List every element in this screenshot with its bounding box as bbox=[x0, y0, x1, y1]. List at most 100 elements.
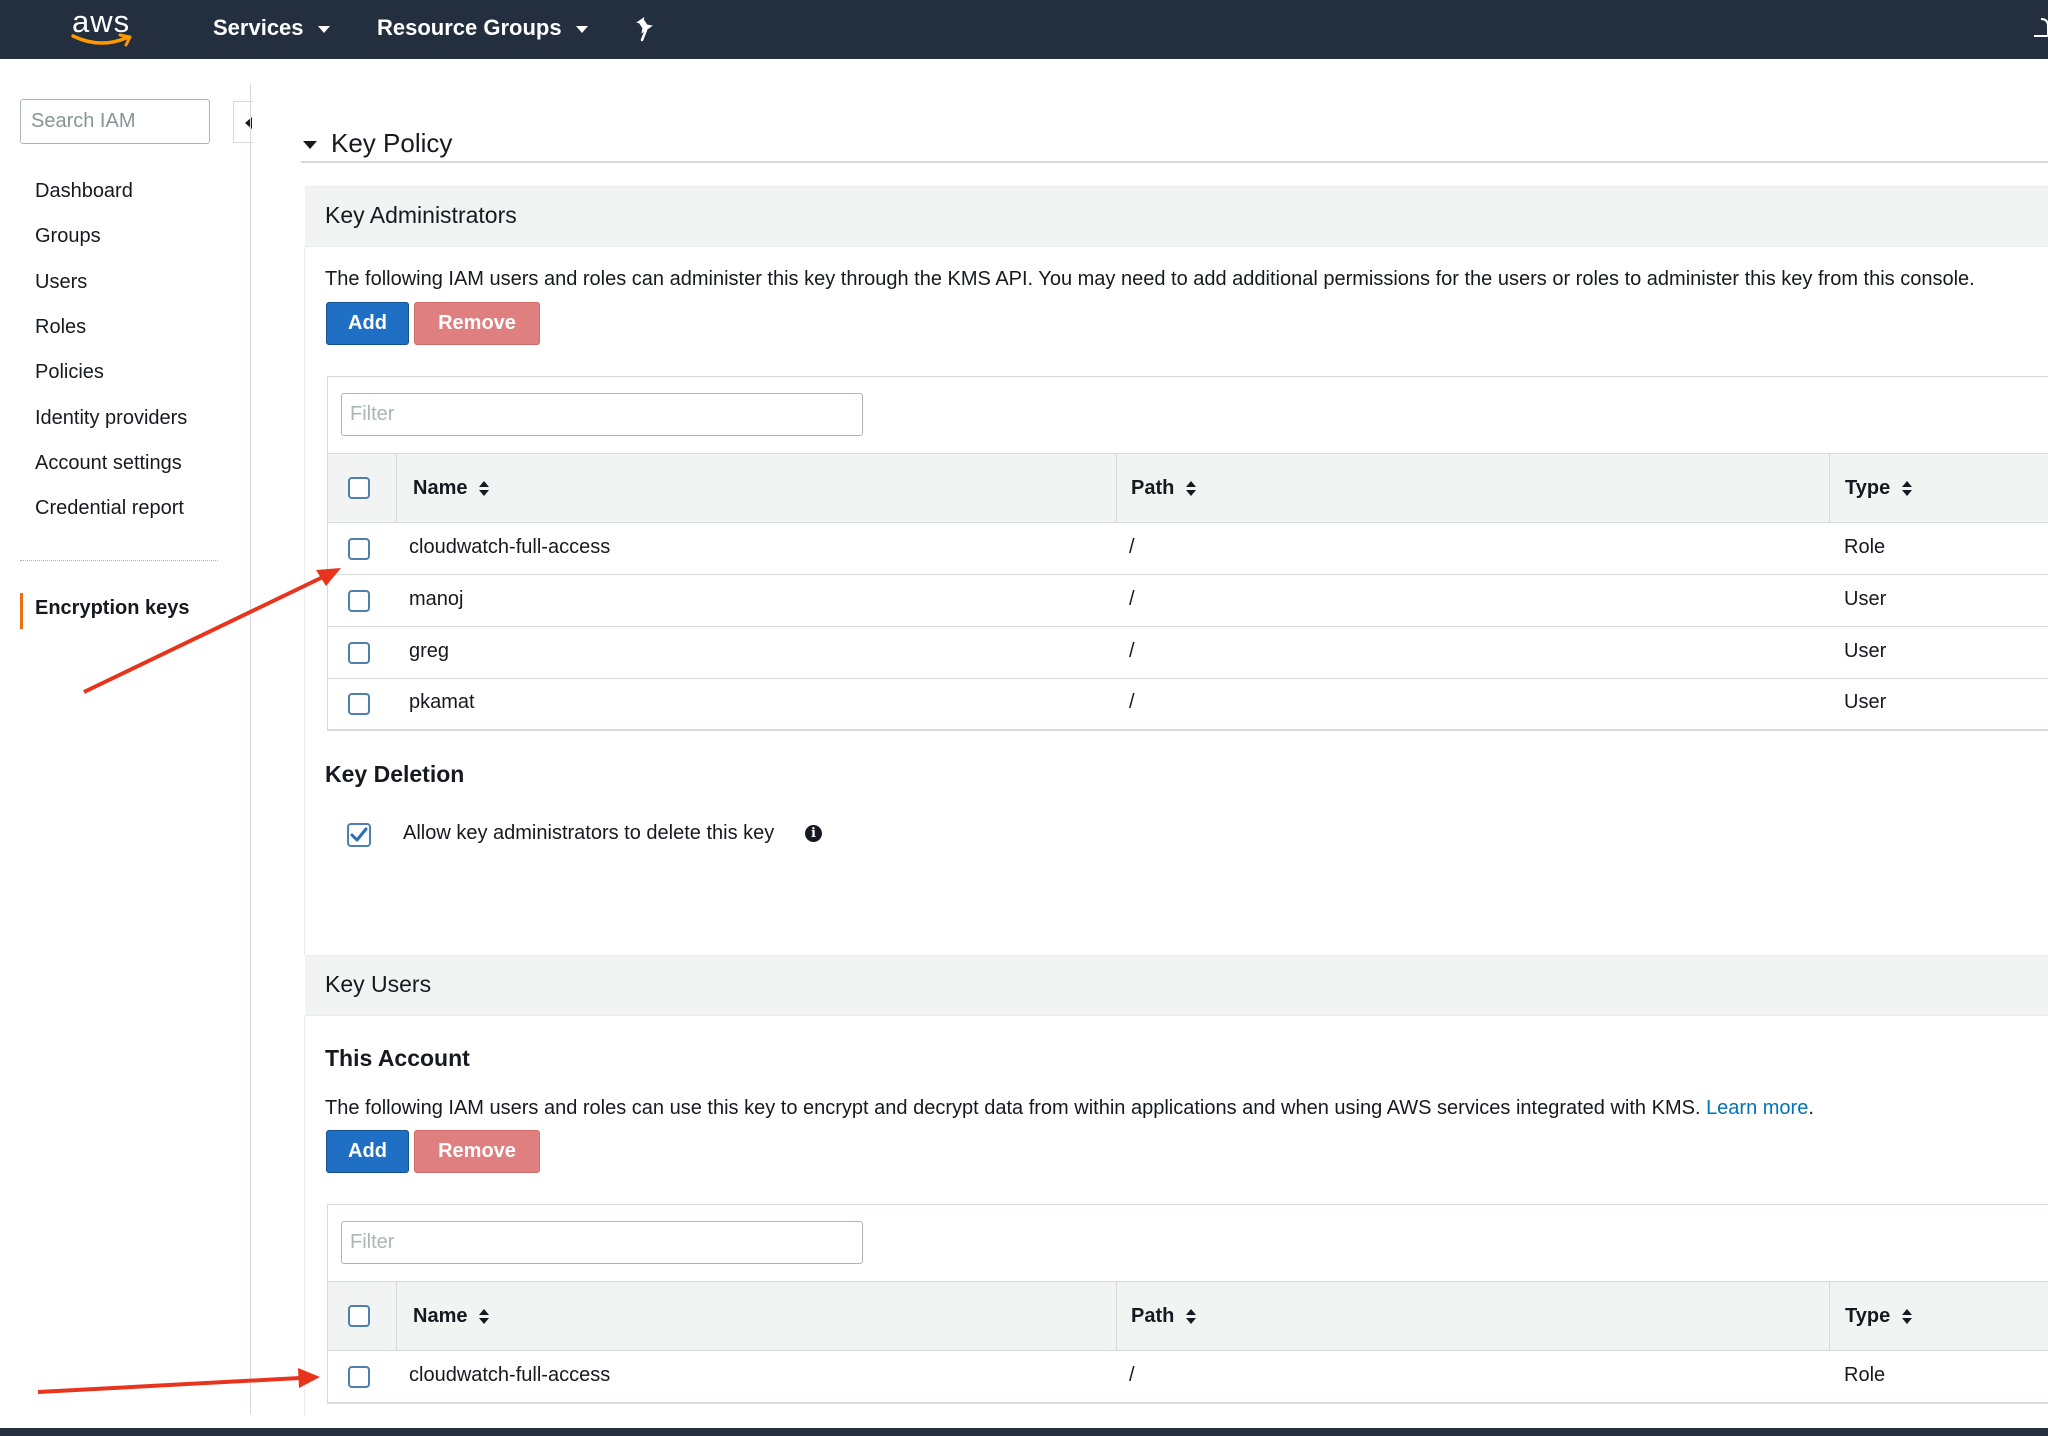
row-type: User bbox=[1844, 640, 1887, 662]
column-divider bbox=[1116, 1282, 1117, 1350]
row-checkbox[interactable] bbox=[348, 590, 370, 612]
this-account-title: This Account bbox=[325, 1045, 470, 1071]
sidebar-item-policies[interactable]: Policies bbox=[35, 361, 104, 384]
row-type: Role bbox=[1844, 1364, 1886, 1386]
select-all-checkbox[interactable] bbox=[348, 1305, 370, 1327]
allow-delete-checkbox[interactable] bbox=[347, 823, 371, 847]
sidebar-item-users[interactable]: Users bbox=[35, 271, 87, 294]
bottom-bar bbox=[0, 1428, 2048, 1436]
key-users-description: The following IAM users and roles can us… bbox=[325, 1097, 1814, 1120]
row-path: / bbox=[1129, 640, 1135, 662]
row-name: pkamat bbox=[409, 691, 475, 713]
key-policy-toggle[interactable]: Key Policy bbox=[303, 128, 452, 159]
table-row[interactable]: cloudwatch-full-access / Role bbox=[328, 523, 2048, 575]
column-name-label: Name bbox=[413, 1305, 468, 1327]
sort-icon bbox=[479, 1308, 490, 1325]
red-arrow-icon bbox=[83, 568, 341, 694]
column-name[interactable]: Name bbox=[413, 454, 490, 522]
table-header: Name Path Type bbox=[328, 453, 2048, 523]
learn-more-link[interactable]: Learn more bbox=[1706, 1097, 1808, 1119]
row-checkbox[interactable] bbox=[348, 693, 370, 715]
column-type[interactable]: Type bbox=[1845, 454, 1913, 522]
column-divider bbox=[1829, 454, 1830, 522]
key-users-table: Name Path Type cloudwatch-full-access / … bbox=[327, 1204, 2048, 1404]
table-row[interactable]: manoj / User bbox=[328, 575, 2048, 627]
remove-administrator-button[interactable]: Remove bbox=[414, 302, 540, 345]
row-path: / bbox=[1129, 588, 1135, 610]
chevron-down-icon bbox=[317, 25, 330, 33]
row-name: cloudwatch-full-access bbox=[409, 536, 611, 558]
column-name[interactable]: Name bbox=[413, 1282, 490, 1350]
key-users-description-text: The following IAM users and roles can us… bbox=[325, 1097, 1701, 1119]
users-filter-input[interactable] bbox=[341, 1221, 863, 1264]
sidebar-item-groups[interactable]: Groups bbox=[35, 225, 101, 248]
sidebar-divider bbox=[250, 84, 251, 1414]
allow-delete-label: Allow key administrators to delete this … bbox=[403, 822, 775, 844]
key-administrators-description: The following IAM users and roles can ad… bbox=[325, 268, 1975, 290]
column-type[interactable]: Type bbox=[1845, 1282, 1913, 1350]
section-border bbox=[304, 1016, 305, 1416]
aws-smile-icon bbox=[71, 33, 132, 47]
sidebar-item-encryption-keys[interactable]: Encryption keys bbox=[35, 597, 190, 620]
select-all-checkbox[interactable] bbox=[348, 477, 370, 499]
sidebar-item-account-settings[interactable]: Account settings bbox=[35, 452, 182, 475]
search-iam-input[interactable] bbox=[20, 99, 210, 144]
key-policy-title: Key Policy bbox=[331, 128, 453, 158]
column-path[interactable]: Path bbox=[1131, 454, 1197, 522]
resource-groups-label: Resource Groups bbox=[377, 15, 562, 40]
checkmark-icon bbox=[350, 827, 368, 842]
sidebar-separator bbox=[20, 560, 218, 561]
table-header: Name Path Type bbox=[328, 1281, 2048, 1351]
section-border bbox=[304, 247, 305, 955]
administrators-filter-input[interactable] bbox=[341, 393, 863, 436]
key-users-title: Key Users bbox=[325, 971, 432, 997]
sort-icon bbox=[1902, 1308, 1913, 1325]
key-policy-divider bbox=[301, 161, 2048, 163]
notification-bell-icon[interactable] bbox=[2030, 16, 2048, 42]
row-checkbox[interactable] bbox=[348, 538, 370, 560]
column-name-label: Name bbox=[413, 477, 468, 499]
administrators-table: Name Path Type cloudwatch-full-access / … bbox=[327, 376, 2048, 731]
top-navigation-bar: aws Services Resource Groups bbox=[0, 0, 2048, 59]
resource-groups-menu[interactable]: Resource Groups bbox=[377, 15, 588, 41]
column-divider bbox=[1116, 454, 1117, 522]
key-administrators-title: Key Administrators bbox=[325, 202, 517, 228]
caret-down-icon bbox=[303, 141, 317, 150]
table-row[interactable]: cloudwatch-full-access / Role bbox=[328, 1351, 2048, 1403]
row-name: cloudwatch-full-access bbox=[409, 1364, 611, 1386]
sidebar-item-identity-providers[interactable]: Identity providers bbox=[35, 407, 187, 430]
active-indicator bbox=[20, 593, 23, 629]
column-divider bbox=[1829, 1282, 1830, 1350]
red-arrow-icon bbox=[37, 1368, 320, 1394]
row-path: / bbox=[1129, 1364, 1135, 1386]
column-path-label: Path bbox=[1131, 477, 1175, 499]
add-administrator-button[interactable]: Add bbox=[326, 302, 409, 345]
key-users-header: Key Users bbox=[305, 955, 2048, 1016]
table-row[interactable]: pkamat / User bbox=[328, 678, 2048, 730]
services-label: Services bbox=[213, 15, 304, 40]
row-type: User bbox=[1844, 691, 1887, 713]
row-type: Role bbox=[1844, 536, 1886, 558]
sidebar-item-credential-report[interactable]: Credential report bbox=[35, 497, 184, 520]
info-icon[interactable]: i bbox=[805, 825, 822, 842]
row-name: greg bbox=[409, 640, 450, 662]
sidebar-item-roles[interactable]: Roles bbox=[35, 316, 86, 339]
column-type-label: Type bbox=[1845, 1305, 1891, 1327]
sidebar-item-dashboard[interactable]: Dashboard bbox=[35, 180, 133, 203]
column-path-label: Path bbox=[1131, 1305, 1175, 1327]
column-divider bbox=[396, 1282, 397, 1350]
row-path: / bbox=[1129, 536, 1135, 558]
sort-icon bbox=[1186, 1308, 1197, 1325]
add-user-button[interactable]: Add bbox=[326, 1130, 409, 1173]
row-checkbox[interactable] bbox=[348, 642, 370, 664]
remove-user-button[interactable]: Remove bbox=[414, 1130, 540, 1173]
table-row[interactable]: greg / User bbox=[328, 627, 2048, 679]
sort-icon bbox=[479, 480, 490, 497]
column-path[interactable]: Path bbox=[1131, 1282, 1197, 1350]
pin-icon[interactable] bbox=[634, 16, 658, 42]
column-type-label: Type bbox=[1845, 477, 1891, 499]
services-menu[interactable]: Services bbox=[213, 15, 330, 41]
row-name: manoj bbox=[409, 588, 464, 610]
row-checkbox[interactable] bbox=[348, 1366, 370, 1388]
key-administrators-header: Key Administrators bbox=[305, 186, 2048, 247]
